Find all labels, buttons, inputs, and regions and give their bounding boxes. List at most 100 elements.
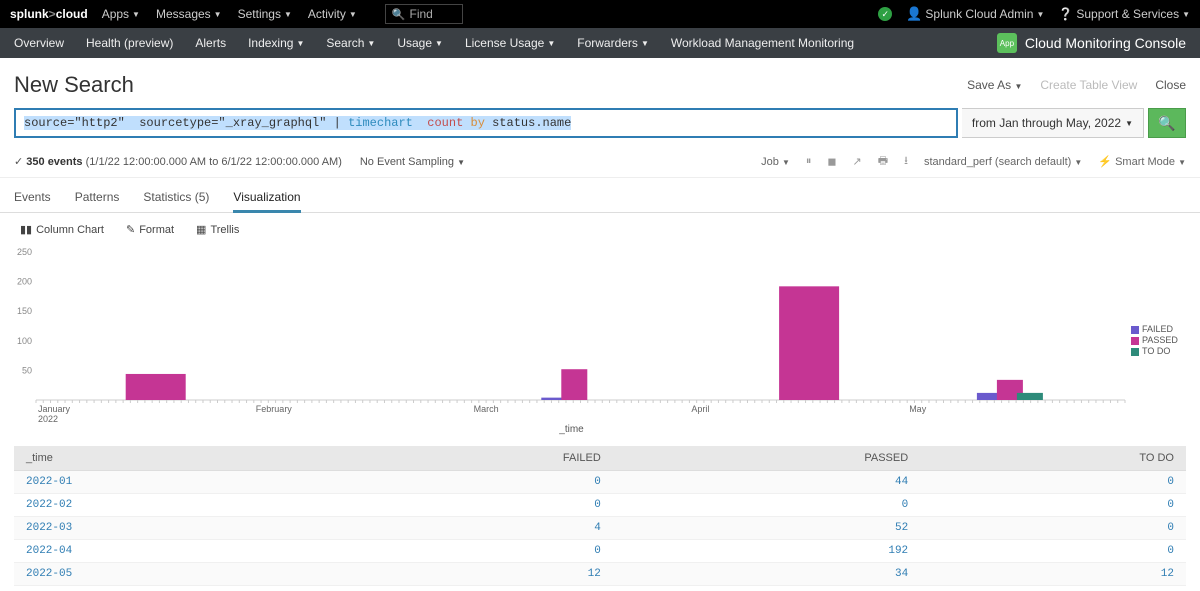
console-title: Cloud Monitoring Console xyxy=(1025,35,1186,51)
stop-icon[interactable]: ◼ xyxy=(827,155,836,168)
format-button[interactable]: ✎Format xyxy=(126,223,174,236)
cell: 0 xyxy=(332,494,613,517)
event-count: ✓ 350 events (1/1/22 12:00:00.000 AM to … xyxy=(14,155,342,168)
page-header: New Search Save As ▼ Create Table View C… xyxy=(0,58,1200,108)
pause-icon[interactable]: ⏸ xyxy=(806,155,812,168)
col-to-do[interactable]: TO DO xyxy=(920,446,1186,471)
bolt-icon: ⚡ xyxy=(1098,156,1112,168)
legend-item[interactable]: TO DO xyxy=(1131,346,1186,357)
create-table-view-button: Create Table View xyxy=(1040,78,1137,92)
menu-apps[interactable]: Apps▼ xyxy=(102,7,140,21)
status-bar: ✓ 350 events (1/1/22 12:00:00.000 AM to … xyxy=(0,146,1200,178)
cell: 0 xyxy=(920,517,1186,540)
cell: 192 xyxy=(613,540,920,563)
table-row[interactable]: 2022-05123412 xyxy=(14,563,1186,586)
svg-text:April: April xyxy=(691,404,709,414)
nav-indexing[interactable]: Indexing ▼ xyxy=(248,36,304,50)
col-failed[interactable]: FAILED xyxy=(332,446,613,471)
svg-text:250: 250 xyxy=(17,247,32,257)
cell: 0 xyxy=(332,540,613,563)
svg-text:2022: 2022 xyxy=(38,414,58,424)
cell: 2022-05 xyxy=(14,563,332,586)
spl-input[interactable]: source="http2" sourcetype="_xray_graphql… xyxy=(14,108,958,138)
cell: 52 xyxy=(613,517,920,540)
cell: 2022-02 xyxy=(14,494,332,517)
run-search-button[interactable]: 🔍 xyxy=(1148,108,1186,138)
results-table: _timeFAILEDPASSEDTO DO 2022-0104402022-0… xyxy=(14,446,1186,586)
tab-statistics[interactable]: Statistics (5) xyxy=(143,184,209,212)
find-input[interactable]: 🔍 Find xyxy=(385,4,463,24)
svg-text:February: February xyxy=(256,404,293,414)
table-row[interactable]: 2022-034520 xyxy=(14,517,1186,540)
cell: 12 xyxy=(920,563,1186,586)
smart-mode[interactable]: ⚡ Smart Mode ▼ xyxy=(1098,155,1186,168)
cell: 34 xyxy=(613,563,920,586)
tab-events[interactable]: Events xyxy=(14,184,51,212)
format-icon: ✎ xyxy=(126,223,135,236)
close-button[interactable]: Close xyxy=(1155,78,1186,92)
chart-legend: FAILEDPASSEDTO DO xyxy=(1131,246,1186,436)
cell: 0 xyxy=(920,471,1186,494)
menu-settings[interactable]: Settings▼ xyxy=(238,7,292,21)
job-menu[interactable]: Job ▼ xyxy=(761,156,790,168)
nav-license-usage[interactable]: License Usage ▼ xyxy=(465,36,555,50)
nav-overview[interactable]: Overview xyxy=(14,36,64,50)
chart-area: 50100150200250JanuaryFebruaryMarchAprilM… xyxy=(0,246,1200,440)
table-row[interactable]: 2022-02000 xyxy=(14,494,1186,517)
health-check-icon[interactable]: ✓ xyxy=(878,7,892,21)
cell: 12 xyxy=(332,563,613,586)
nav-forwarders[interactable]: Forwarders ▼ xyxy=(577,36,649,50)
trellis-icon: ▦ xyxy=(196,223,206,236)
search-format[interactable]: standard_perf (search default) ▼ xyxy=(924,156,1082,168)
chart-type-picker[interactable]: ▮▮Column Chart xyxy=(20,223,104,236)
save-as-button[interactable]: Save As ▼ xyxy=(967,78,1022,92)
column-chart: 50100150200250JanuaryFebruaryMarchAprilM… xyxy=(14,246,1131,436)
legend-item[interactable]: FAILED xyxy=(1131,324,1186,335)
search-row: source="http2" sourcetype="_xray_graphql… xyxy=(0,108,1200,146)
share-icon[interactable]: ↗ xyxy=(853,155,862,168)
time-range-picker[interactable]: from Jan through May, 2022▼ xyxy=(962,108,1144,138)
table-row[interactable]: 2022-0401920 xyxy=(14,540,1186,563)
event-sampling[interactable]: No Event Sampling ▼ xyxy=(360,156,465,168)
nav-search[interactable]: Search ▼ xyxy=(326,36,375,50)
app-icon: App xyxy=(997,33,1017,53)
col-passed[interactable]: PASSED xyxy=(613,446,920,471)
support-menu[interactable]: ❔ Support & Services ▼ xyxy=(1058,7,1190,21)
tab-patterns[interactable]: Patterns xyxy=(75,184,120,212)
user-menu[interactable]: 👤 Splunk Cloud Admin ▼ xyxy=(906,6,1044,22)
svg-text:200: 200 xyxy=(17,277,32,287)
search-icon: 🔍 xyxy=(392,8,406,21)
legend-item[interactable]: PASSED xyxy=(1131,335,1186,346)
cell: 2022-01 xyxy=(14,471,332,494)
table-row[interactable]: 2022-010440 xyxy=(14,471,1186,494)
vis-toolbar: ▮▮Column Chart ✎Format ▦Trellis xyxy=(0,213,1200,246)
svg-text:March: March xyxy=(474,404,499,414)
search-icon: 🔍 xyxy=(1158,115,1175,132)
svg-text:_time: _time xyxy=(558,424,584,435)
svg-text:January: January xyxy=(38,404,71,414)
nav-usage[interactable]: Usage ▼ xyxy=(397,36,443,50)
find-placeholder: Find xyxy=(410,7,433,21)
nav-workload-management-monitoring[interactable]: Workload Management Monitoring xyxy=(671,36,854,50)
cell: 4 xyxy=(332,517,613,540)
nav-alerts[interactable]: Alerts xyxy=(195,36,226,50)
svg-text:100: 100 xyxy=(17,336,32,346)
print-icon[interactable]: 🖶 xyxy=(878,152,888,171)
menu-activity[interactable]: Activity▼ xyxy=(308,7,357,21)
column-chart-icon: ▮▮ xyxy=(20,223,32,236)
col--time[interactable]: _time xyxy=(14,446,332,471)
cell: 2022-03 xyxy=(14,517,332,540)
topbar: splunk>cloud Apps▼ Messages▼ Settings▼ A… xyxy=(0,0,1200,28)
export-icon[interactable]: ⭳ xyxy=(904,152,908,171)
svg-text:150: 150 xyxy=(17,306,32,316)
cell: 0 xyxy=(920,494,1186,517)
cell: 2022-04 xyxy=(14,540,332,563)
trellis-button[interactable]: ▦Trellis xyxy=(196,223,239,236)
result-tabs: Events Patterns Statistics (5) Visualiza… xyxy=(0,178,1200,213)
tab-visualization[interactable]: Visualization xyxy=(233,184,300,213)
menu-messages[interactable]: Messages▼ xyxy=(156,7,222,21)
cell: 44 xyxy=(613,471,920,494)
nav-health-preview-[interactable]: Health (preview) xyxy=(86,36,173,50)
svg-text:May: May xyxy=(909,404,927,414)
navbar: Overview Health (preview) Alerts Indexing ▼… xyxy=(0,28,1200,58)
